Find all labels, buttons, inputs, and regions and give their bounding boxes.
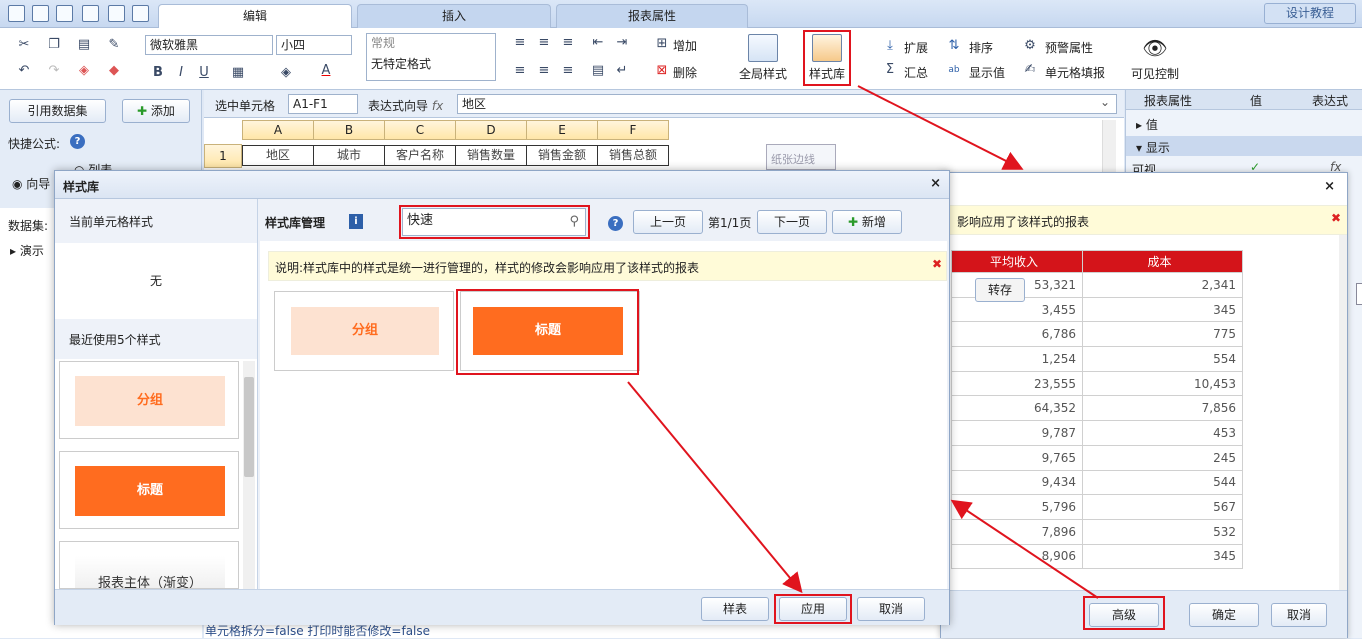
arrow-to-secondary-dialog: [857, 85, 1024, 170]
arrow-to-apply: [627, 381, 803, 594]
arrow-from-advanced: [950, 499, 1099, 599]
annotation-arrows: [627, 85, 1099, 599]
